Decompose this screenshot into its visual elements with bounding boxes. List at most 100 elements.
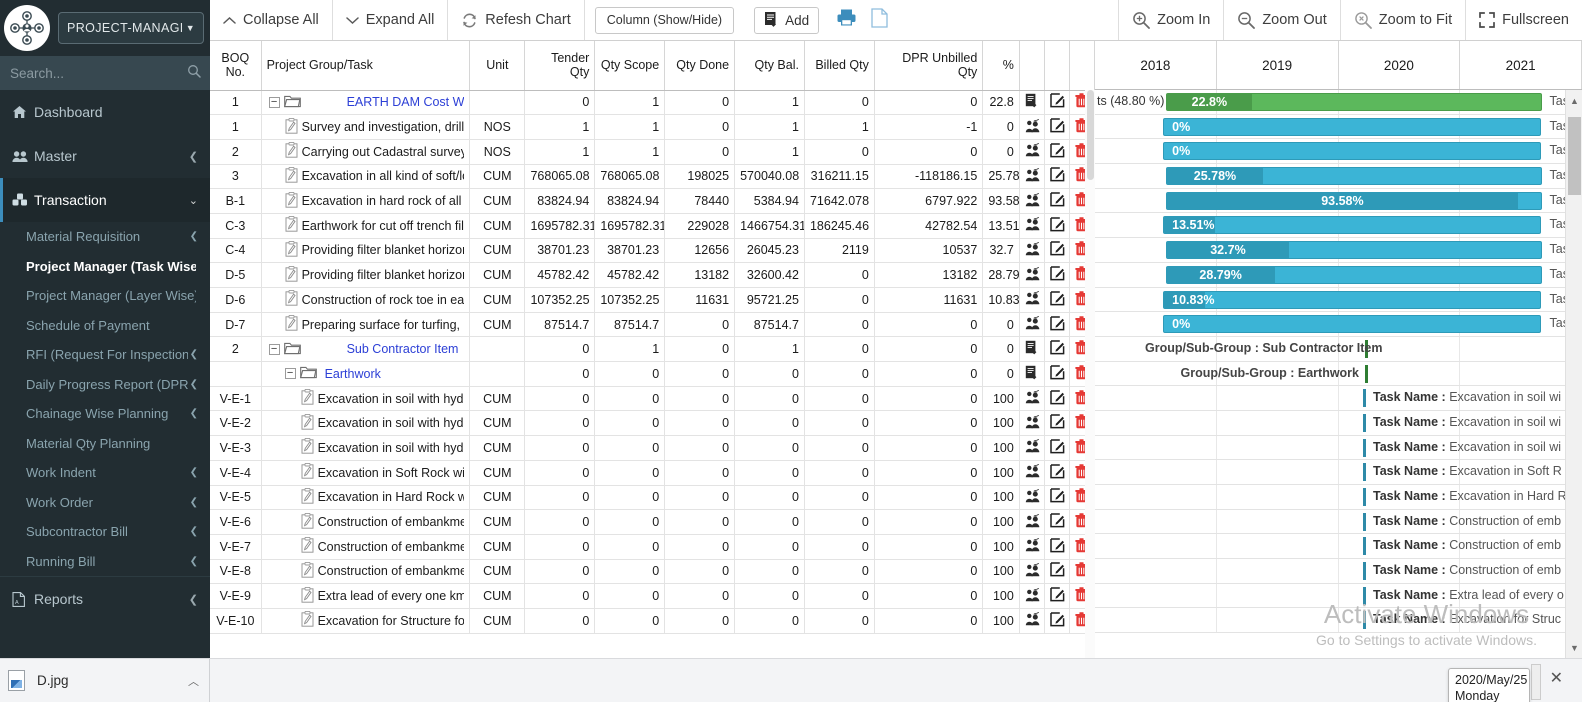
edit-row-icon[interactable]: [1050, 414, 1065, 429]
row-task-name[interactable]: Providing filter blanket horizonta: [302, 268, 465, 282]
assign-worker-icon[interactable]: [1025, 168, 1040, 182]
gantt-milestone[interactable]: [1363, 463, 1366, 481]
row-task-name[interactable]: Preparing surface for turfing, inc: [302, 318, 465, 332]
zoom-to-fit-button[interactable]: Zoom to Fit: [1340, 0, 1465, 40]
gantt-bar[interactable]: 0%: [1163, 315, 1541, 333]
col-project-group-task[interactable]: Project Group/Task: [261, 41, 470, 90]
edit-row-icon[interactable]: [1050, 562, 1065, 577]
col-unit[interactable]: Unit: [470, 41, 525, 90]
assign-worker-icon[interactable]: [1025, 612, 1040, 626]
assign-worker-icon[interactable]: [1025, 489, 1040, 503]
group-detail-icon[interactable]: [1025, 365, 1039, 380]
sidebar-item-project-manager-layer-wise[interactable]: Project Manager (Layer Wise): [0, 281, 210, 311]
table-row[interactable]: V-E-7Construction of embankmentCUM000000…: [210, 534, 1095, 559]
table-row[interactable]: V-E-10Excavation for Structure founCUM00…: [210, 608, 1095, 633]
gantt-milestone[interactable]: [1363, 611, 1366, 629]
assign-worker-icon[interactable]: [1025, 514, 1040, 528]
assign-worker-icon[interactable]: [1025, 217, 1040, 231]
table-row[interactable]: B-1Excavation in hard rock of all toCUM8…: [210, 189, 1095, 214]
zoom-in-button[interactable]: Zoom In: [1118, 0, 1223, 40]
sidebar-item-master[interactable]: Master ❮: [0, 134, 210, 178]
table-row[interactable]: D-6Construction of rock toe in earthCUM1…: [210, 288, 1095, 313]
row-task-name[interactable]: Carrying out Cadastral survey fo: [302, 145, 465, 159]
row-task-name[interactable]: Excavation in soil with hydra: [318, 392, 465, 406]
edit-row-icon[interactable]: [1050, 538, 1065, 553]
edit-row-icon[interactable]: [1050, 316, 1065, 331]
gantt-bar[interactable]: 13.51%: [1163, 216, 1541, 234]
assign-worker-icon[interactable]: [1025, 538, 1040, 552]
row-task-name[interactable]: Construction of embankment: [318, 540, 465, 554]
gantt-bar[interactable]: 0%: [1163, 142, 1541, 160]
gantt-bar[interactable]: 25.78%: [1166, 167, 1542, 185]
print-button[interactable]: [829, 0, 864, 40]
row-task-name[interactable]: Construction of embankment: [318, 515, 465, 529]
table-row[interactable]: V-E-3Excavation in soil with hydraCUM000…: [210, 436, 1095, 461]
row-task-name[interactable]: Construction of rock toe in earth: [302, 293, 465, 307]
row-expand-toggle[interactable]: −: [269, 344, 280, 355]
edit-row-icon[interactable]: [1050, 439, 1065, 454]
sidebar-item-rfi[interactable]: RFI (Request For Inspection) ❮: [0, 340, 210, 370]
row-task-name[interactable]: Excavation in Hard Rock with: [318, 490, 465, 504]
table-row[interactable]: C-4Providing filter blanket horizontaCUM…: [210, 238, 1095, 263]
fullscreen-button[interactable]: Fullscreen: [1465, 0, 1582, 40]
expand-all-button[interactable]: Expand All: [333, 0, 449, 40]
row-expand-toggle[interactable]: −: [269, 97, 280, 108]
row-task-name[interactable]: Providing filter blanket horizonta: [302, 243, 465, 257]
sidebar-item-schedule-of-payment[interactable]: Schedule of Payment: [0, 311, 210, 341]
grid-vertical-scrollbar[interactable]: [1085, 90, 1095, 658]
refresh-chart-button[interactable]: Refesh Chart: [448, 0, 584, 40]
assign-worker-icon[interactable]: [1025, 267, 1040, 281]
assign-worker-icon[interactable]: [1025, 119, 1040, 133]
grid-scrollbar-thumb[interactable]: [1087, 90, 1094, 180]
sidebar-item-work-indent[interactable]: Work Indent ❮: [0, 458, 210, 488]
edit-row-icon[interactable]: [1050, 266, 1065, 281]
table-row[interactable]: C-3Earthwork for cut off trench fillinCU…: [210, 213, 1095, 238]
assign-worker-icon[interactable]: [1025, 193, 1040, 207]
gantt-bar[interactable]: 32.7%: [1166, 241, 1542, 259]
sidebar-item-subcontractor-bill[interactable]: Subcontractor Bill ❮: [0, 517, 210, 547]
edit-row-icon[interactable]: [1050, 488, 1065, 503]
row-task-name[interactable]: Construction of embankment: [318, 564, 465, 578]
table-row[interactable]: V-E-5Excavation in Hard Rock withCUM0000…: [210, 485, 1095, 510]
tooltip-scrollbar[interactable]: [1531, 664, 1541, 700]
row-task-name[interactable]: Survey and investigation, drilling: [302, 120, 465, 134]
sidebar-item-project-manager-task-wise[interactable]: Project Manager (Task Wise): [0, 252, 210, 282]
sidebar-item-transaction[interactable]: Transaction ⌄: [0, 178, 210, 222]
assign-worker-icon[interactable]: [1025, 291, 1040, 305]
col-tender-qty[interactable]: Tender Qty: [525, 41, 595, 90]
table-row[interactable]: V-E-1Excavation in soil with hydraCUM000…: [210, 386, 1095, 411]
gantt-milestone[interactable]: [1363, 389, 1366, 407]
gantt-milestone[interactable]: [1363, 562, 1366, 580]
row-task-name[interactable]: Earthwork: [325, 367, 381, 381]
col-dpr-unbilled-qty[interactable]: DPR Unbilled Qty: [874, 41, 982, 90]
row-task-name[interactable]: Excavation in Soft Rock with: [318, 466, 465, 480]
group-detail-icon[interactable]: [1025, 93, 1039, 108]
table-row[interactable]: V-E-4Excavation in Soft Rock withCUM0000…: [210, 460, 1095, 485]
gantt-milestone[interactable]: [1363, 587, 1366, 605]
table-row[interactable]: V-E-6Construction of embankmentCUM000000…: [210, 510, 1095, 535]
edit-row-icon[interactable]: [1050, 93, 1065, 108]
edit-row-icon[interactable]: [1050, 464, 1065, 479]
scroll-up-icon[interactable]: ▲: [1566, 92, 1582, 109]
row-task-name[interactable]: Excavation for Structure foun: [318, 614, 465, 628]
table-row[interactable]: D-5Providing filter blanket horizontaCUM…: [210, 263, 1095, 288]
table-row[interactable]: 2Carrying out Cadastral survey foNOS1101…: [210, 139, 1095, 164]
row-task-name[interactable]: Excavation in all kind of soft/loo: [302, 169, 465, 183]
scroll-down-icon[interactable]: ▼: [1566, 639, 1582, 656]
collapse-all-button[interactable]: Collapse All: [210, 0, 333, 40]
assign-worker-icon[interactable]: [1025, 464, 1040, 478]
assign-worker-icon[interactable]: [1025, 242, 1040, 256]
table-row[interactable]: D-7Preparing surface for turfing, incCUM…: [210, 312, 1095, 337]
row-task-name[interactable]: Earthwork for cut off trench fillin: [302, 219, 465, 233]
gantt-bar[interactable]: 0%: [1163, 118, 1541, 136]
edit-row-icon[interactable]: [1050, 365, 1065, 380]
gantt-bar[interactable]: 93.58%: [1166, 192, 1542, 210]
edit-row-icon[interactable]: [1050, 390, 1065, 405]
gantt-bar[interactable]: 22.8%: [1166, 93, 1542, 111]
row-task-name[interactable]: Sub Contractor Item: [347, 342, 459, 356]
row-task-name[interactable]: Excavation in hard rock of all to: [302, 194, 465, 208]
sidebar-item-material-qty-planning[interactable]: Material Qty Planning: [0, 429, 210, 459]
sidebar-item-material-requisition[interactable]: Material Requisition ❮: [0, 222, 210, 252]
assign-worker-icon[interactable]: [1025, 439, 1040, 453]
assign-worker-icon[interactable]: [1025, 415, 1040, 429]
